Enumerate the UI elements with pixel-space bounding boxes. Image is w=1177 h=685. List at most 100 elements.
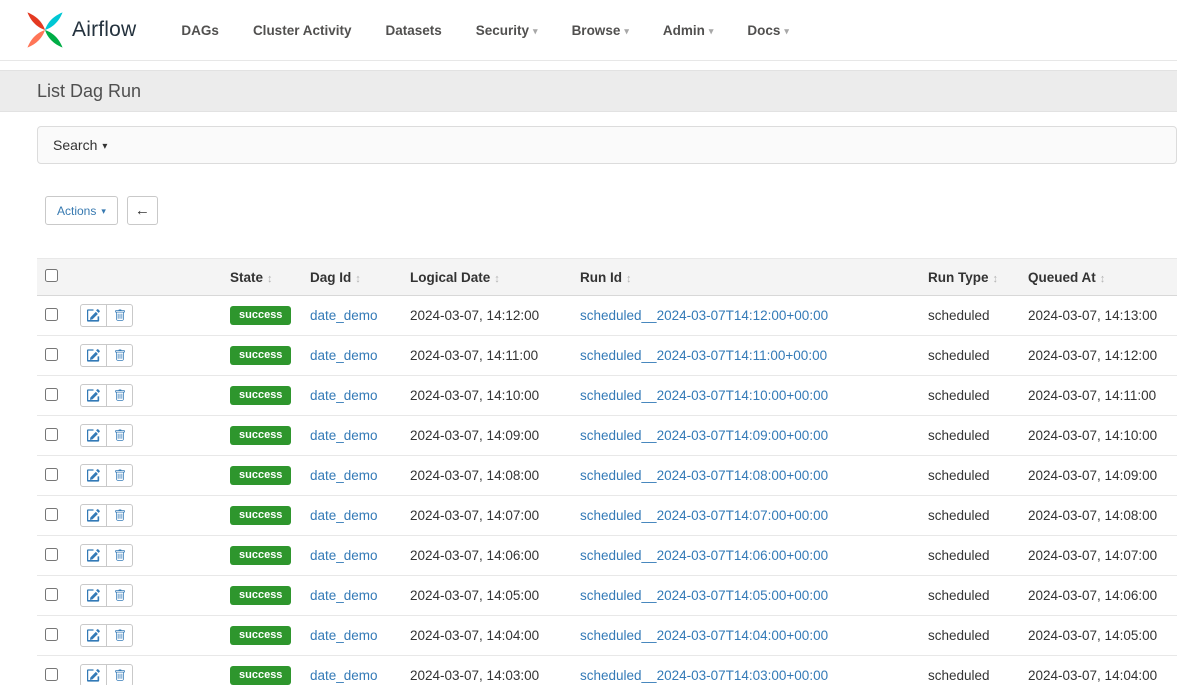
nav-item-admin[interactable]: Admin ▾ [663,23,714,38]
queued-at-cell: 2024-03-07, 14:04:00 [1020,656,1177,685]
nav-item-label: Admin [663,23,705,38]
row-checkbox[interactable] [45,548,58,561]
run-id-link[interactable]: scheduled__2024-03-07T14:11:00+00:00 [580,348,827,363]
nav-item-browse[interactable]: Browse ▾ [572,23,629,38]
row-checkbox[interactable] [45,508,58,521]
column-header-queued-at[interactable]: Queued At↕ [1020,259,1177,296]
actions-dropdown-button[interactable]: Actions ▾ [45,196,118,225]
search-panel-label: Search [53,137,97,153]
run-id-link[interactable]: scheduled__2024-03-07T14:08:00+00:00 [580,468,828,483]
run-type-cell: scheduled [920,336,1020,376]
edit-record-button[interactable] [80,624,107,647]
column-header-run-type[interactable]: Run Type ↕ [920,259,1020,296]
row-action-buttons [80,384,133,407]
back-arrow-icon: ← [135,202,150,219]
run-id-link[interactable]: scheduled__2024-03-07T14:10:00+00:00 [580,388,828,403]
sort-icon: ↕ [355,273,361,285]
row-checkbox[interactable] [45,588,58,601]
column-header-label: Run Type [928,270,989,285]
run-type-cell: scheduled [920,576,1020,616]
trash-icon [114,549,126,562]
logical-date-cell: 2024-03-07, 14:05:00 [402,576,572,616]
state-badge: success [230,466,291,485]
dag-id-link[interactable]: date_demo [310,548,378,563]
edit-record-button[interactable] [80,504,107,527]
delete-record-button[interactable] [106,504,133,527]
dag-id-link[interactable]: date_demo [310,308,378,323]
run-id-link[interactable]: scheduled__2024-03-07T14:07:00+00:00 [580,508,828,523]
dag-id-link[interactable]: date_demo [310,508,378,523]
delete-record-button[interactable] [106,544,133,567]
run-id-link[interactable]: scheduled__2024-03-07T14:03:00+00:00 [580,668,828,683]
edit-icon [87,349,100,362]
row-checkbox[interactable] [45,388,58,401]
nav-item-docs[interactable]: Docs ▾ [747,23,789,38]
row-checkbox[interactable] [45,668,58,681]
row-checkbox[interactable] [45,308,58,321]
delete-record-button[interactable] [106,584,133,607]
back-button[interactable]: ← [127,196,158,225]
dag-id-link[interactable]: date_demo [310,348,378,363]
queued-at-cell: 2024-03-07, 14:11:00 [1020,376,1177,416]
dag-id-link[interactable]: date_demo [310,468,378,483]
trash-icon [114,669,126,682]
dag-id-link[interactable]: date_demo [310,668,378,683]
run-id-link[interactable]: scheduled__2024-03-07T14:09:00+00:00 [580,428,828,443]
logical-date-cell: 2024-03-07, 14:10:00 [402,376,572,416]
column-header-logical-date[interactable]: Logical Date↕ [402,259,572,296]
run-id-link[interactable]: scheduled__2024-03-07T14:04:00+00:00 [580,628,828,643]
delete-record-button[interactable] [106,624,133,647]
edit-record-button[interactable] [80,544,107,567]
dag-id-link[interactable]: date_demo [310,428,378,443]
nav-item-dags[interactable]: DAGs [181,23,219,38]
dag-id-link[interactable]: date_demo [310,628,378,643]
edit-record-button[interactable] [80,424,107,447]
row-action-buttons [80,424,133,447]
search-panel-toggle[interactable]: Search ▾ [37,126,1177,164]
column-header-state[interactable]: State↕ [222,259,302,296]
table-row: success date_demo 2024-03-07, 14:08:00 s… [37,456,1177,496]
delete-record-button[interactable] [106,384,133,407]
edit-record-button[interactable] [80,464,107,487]
delete-record-button[interactable] [106,464,133,487]
row-checkbox[interactable] [45,468,58,481]
table-row: success date_demo 2024-03-07, 14:10:00 s… [37,376,1177,416]
nav-item-label: DAGs [181,23,219,38]
edit-record-button[interactable] [80,584,107,607]
airflow-brand[interactable]: Airflow [25,10,136,50]
edit-icon [87,549,100,562]
edit-record-button[interactable] [80,384,107,407]
state-badge: success [230,626,291,645]
select-all-checkbox[interactable] [45,269,58,282]
edit-icon [87,429,100,442]
column-header-dag-id[interactable]: Dag Id↕ [302,259,402,296]
table-row: success date_demo 2024-03-07, 14:04:00 s… [37,616,1177,656]
row-checkbox[interactable] [45,628,58,641]
row-checkbox[interactable] [45,348,58,361]
sort-icon: ↕ [993,273,999,285]
nav-item-label: Docs [747,23,780,38]
nav-item-datasets[interactable]: Datasets [385,23,441,38]
column-header-run-id[interactable]: Run Id↕ [572,259,920,296]
dag-id-link[interactable]: date_demo [310,388,378,403]
nav-item-cluster-activity[interactable]: Cluster Activity [253,23,352,38]
run-id-link[interactable]: scheduled__2024-03-07T14:06:00+00:00 [580,548,828,563]
delete-record-button[interactable] [106,344,133,367]
logical-date-cell: 2024-03-07, 14:08:00 [402,456,572,496]
actions-column-header [72,259,222,296]
edit-record-button[interactable] [80,664,107,685]
dag-id-link[interactable]: date_demo [310,588,378,603]
row-checkbox[interactable] [45,428,58,441]
caret-down-icon: ▾ [101,204,106,217]
state-badge: success [230,506,291,525]
delete-record-button[interactable] [106,664,133,685]
nav-item-security[interactable]: Security ▾ [476,23,538,38]
edit-record-button[interactable] [80,344,107,367]
delete-record-button[interactable] [106,304,133,327]
run-id-link[interactable]: scheduled__2024-03-07T14:12:00+00:00 [580,308,828,323]
edit-record-button[interactable] [80,304,107,327]
run-id-link[interactable]: scheduled__2024-03-07T14:05:00+00:00 [580,588,828,603]
trash-icon [114,589,126,602]
delete-record-button[interactable] [106,424,133,447]
select-all-header [37,259,72,296]
